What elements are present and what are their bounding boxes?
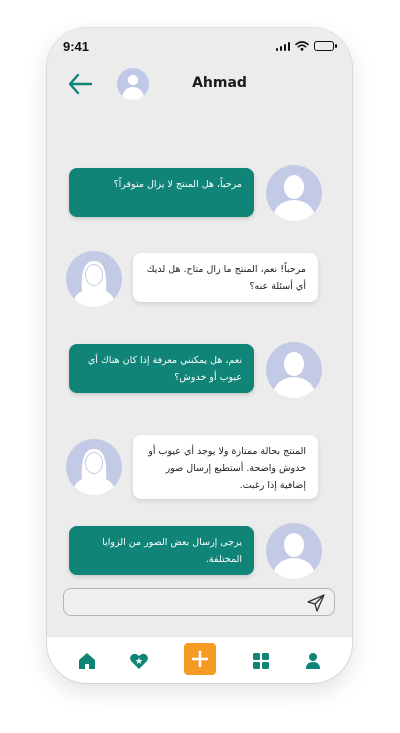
my-avatar — [266, 523, 322, 579]
male-avatar-icon — [272, 175, 316, 221]
message-bubble-sent: يرجى إرسال بعض الصور من الزوايا المختلفة… — [69, 526, 254, 575]
chat-header: Ahmad — [47, 68, 352, 104]
status-icons — [275, 41, 337, 51]
message-input[interactable] — [72, 592, 292, 612]
profile-icon[interactable] — [303, 651, 323, 671]
add-button[interactable] — [184, 643, 216, 675]
female-avatar-icon — [72, 449, 116, 495]
grid-icon[interactable] — [251, 651, 271, 671]
contact-message-avatar — [66, 251, 122, 307]
phone-frame: 9:41 Ahmad مرحباً، هل المنتج لا يزال متو… — [47, 28, 352, 683]
female-avatar-icon — [72, 261, 116, 307]
contact-name: Ahmad — [192, 75, 247, 91]
message-composer — [63, 588, 335, 616]
add-icon — [191, 650, 209, 668]
my-avatar — [266, 342, 322, 398]
chat-screen: 9:41 Ahmad مرحباً، هل المنتج لا يزال متو… — [47, 28, 352, 636]
send-icon[interactable] — [306, 593, 326, 613]
battery-icon — [314, 41, 337, 51]
heart-star-icon[interactable] — [129, 651, 149, 671]
signal-icon — [275, 41, 290, 51]
status-time: 9:41 — [63, 38, 90, 54]
message-bubble-sent: نعم، هل يمكنني معرفة إذا كان هناك أي عيو… — [69, 344, 254, 393]
bottom-tab-bar — [47, 636, 352, 683]
my-avatar — [266, 165, 322, 221]
message-bubble-received: المنتج بحالة ممتازة ولا يوجد أي عيوب أو … — [133, 435, 318, 499]
contact-message-avatar — [66, 439, 122, 495]
wifi-icon — [295, 41, 309, 51]
male-avatar-icon — [272, 352, 316, 398]
message-bubble-received: مرحباً! نعم، المنتج ما زال متاح. هل لديك… — [133, 253, 318, 302]
home-icon[interactable] — [77, 651, 97, 671]
status-bar: 9:41 — [63, 38, 337, 54]
message-bubble-sent: مرحباً، هل المنتج لا يزال متوفراً؟ — [69, 168, 254, 217]
male-avatar-icon — [272, 533, 316, 579]
